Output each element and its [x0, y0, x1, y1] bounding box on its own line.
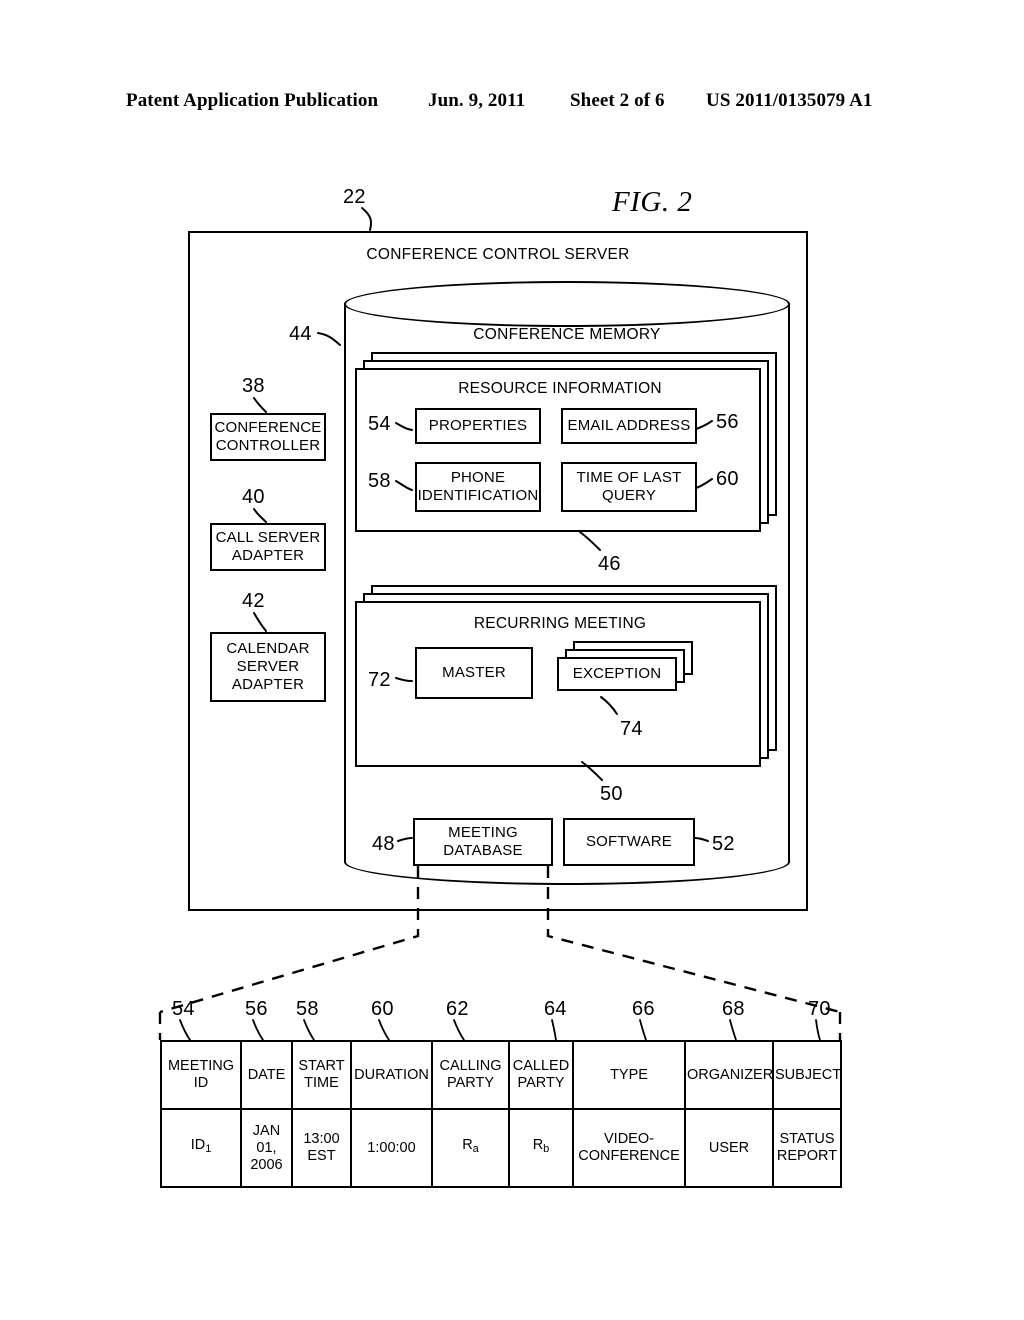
table-header-start-time: START TIME: [291, 1040, 352, 1110]
resource-information-box: RESOURCE INFORMATION PROPERTIES EMAIL AD…: [355, 368, 761, 532]
table-cell-meeting-id: ID1: [160, 1108, 242, 1188]
call-server-adapter-box: CALL SERVER ADAPTER: [210, 523, 326, 571]
table-header-calling-party: CALLING PARTY: [431, 1040, 510, 1110]
ref-numeral-col-60: 60: [371, 998, 394, 1020]
leader-col-58: [303, 1019, 315, 1041]
software-label: SOFTWARE: [585, 833, 673, 850]
leader-col-70: [815, 1019, 821, 1041]
ref-numeral-col-68: 68: [722, 998, 745, 1020]
ref-numeral-col-56: 56: [245, 998, 268, 1020]
conference-controller-box: CONFERENCE CONTROLLER: [210, 413, 326, 461]
meeting-id-value: ID: [190, 1137, 206, 1154]
ref-numeral-50: 50: [600, 783, 623, 805]
ref-numeral-col-62: 62: [446, 998, 469, 1020]
header-date-label: Jun. 9, 2011: [428, 90, 526, 111]
ref-numeral-48: 48: [372, 833, 395, 855]
ref-numeral-col-66: 66: [632, 998, 655, 1020]
phone-identification-box: PHONE IDENTIFICATION: [415, 462, 541, 512]
calendar-server-adapter-label: CALENDAR SERVER ADAPTER: [226, 640, 310, 693]
called-party-subscript: b: [543, 1143, 550, 1156]
ref-numeral-col-70: 70: [808, 998, 831, 1020]
table-cell-start-time: 13:00 EST: [291, 1108, 352, 1188]
ref-numeral-col-58: 58: [296, 998, 319, 1020]
table-cell-duration: 1:00:00: [350, 1108, 433, 1188]
ref-numeral-60: 60: [716, 468, 739, 490]
ref-numeral-22: 22: [343, 186, 366, 208]
meeting-database-table: MEETING ID DATE START TIME DURATION CALL…: [160, 1040, 842, 1188]
recurring-meeting-stack: RECURRING MEETING MASTER EXCEPTION: [355, 585, 779, 770]
leader-col-64: [551, 1019, 557, 1041]
page-header: Patent Application Publication Jun. 9, 2…: [0, 86, 1024, 116]
table-header-called-party: CALLED PARTY: [508, 1040, 574, 1110]
software-box: SOFTWARE: [563, 818, 695, 866]
leader-col-68: [729, 1019, 737, 1041]
conference-memory-label: CONFERENCE MEMORY: [473, 326, 661, 343]
resource-information-label: RESOURCE INFORMATION: [458, 380, 662, 397]
ref-numeral-52: 52: [712, 833, 735, 855]
table-header-row: MEETING ID DATE START TIME DURATION CALL…: [160, 1040, 842, 1110]
conference-controller-label: CONFERENCE CONTROLLER: [214, 419, 322, 454]
leader-col-62: [453, 1019, 465, 1041]
master-box: MASTER: [415, 647, 533, 699]
ref-numeral-38: 38: [242, 375, 265, 397]
table-cell-subject: STATUS REPORT: [772, 1108, 842, 1188]
table-header-subject: SUBJECT: [772, 1040, 842, 1110]
table-header-duration: DURATION: [350, 1040, 433, 1110]
recurring-meeting-label: RECURRING MEETING: [473, 615, 647, 632]
ref-numeral-42: 42: [242, 590, 265, 612]
header-publication-label: Patent Application Publication: [126, 90, 379, 111]
header-sheet-label: Sheet 2 of 6: [570, 90, 665, 111]
calling-party-subscript: a: [472, 1143, 479, 1156]
table-cell-type: VIDEO- CONFERENCE: [572, 1108, 686, 1188]
properties-box: PROPERTIES: [415, 408, 541, 444]
table-header-type: TYPE: [572, 1040, 686, 1110]
meeting-database-box: MEETING DATABASE: [413, 818, 553, 866]
table-cell-date: JAN 01, 2006: [240, 1108, 293, 1188]
figure-title: FIG. 2: [612, 186, 693, 218]
table-cell-called-party: Rb: [508, 1108, 574, 1188]
recurring-meeting-box: RECURRING MEETING MASTER EXCEPTION: [355, 601, 761, 767]
conference-control-server-label: CONFERENCE CONTROL SERVER: [366, 246, 630, 263]
exception-stack: EXCEPTION: [557, 641, 705, 705]
meeting-database-label: MEETING DATABASE: [443, 824, 523, 859]
calling-party-value: R: [462, 1137, 473, 1154]
leader-col-54: [179, 1019, 191, 1041]
ref-numeral-44: 44: [289, 323, 312, 345]
table-header-meeting-id: MEETING ID: [160, 1040, 242, 1110]
ref-numeral-74: 74: [620, 718, 643, 740]
table-header-organizer: ORGANIZER: [684, 1040, 774, 1110]
called-party-value: R: [532, 1137, 544, 1154]
calendar-server-adapter-box: CALENDAR SERVER ADAPTER: [210, 632, 326, 702]
phone-identification-label: PHONE IDENTIFICATION: [417, 469, 539, 504]
properties-label: PROPERTIES: [428, 417, 528, 434]
exception-box: EXCEPTION: [557, 657, 677, 691]
table-cell-organizer: USER: [684, 1108, 774, 1188]
header-document-number: US 2011/0135079 A1: [706, 90, 873, 111]
master-label: MASTER: [442, 664, 506, 681]
resource-information-stack: RESOURCE INFORMATION PROPERTIES EMAIL AD…: [355, 352, 779, 532]
table-header-date: DATE: [240, 1040, 293, 1110]
ref-numeral-54: 54: [368, 413, 391, 435]
table-row: ID1 JAN 01, 2006 13:00 EST 1:00:00 Ra Rb…: [160, 1108, 842, 1188]
email-address-box: EMAIL ADDRESS: [561, 408, 697, 444]
ref-numeral-40: 40: [242, 486, 265, 508]
ref-numeral-58: 58: [368, 470, 391, 492]
ref-numeral-col-64: 64: [544, 998, 567, 1020]
time-of-last-query-label: TIME OF LAST QUERY: [576, 469, 682, 504]
time-of-last-query-box: TIME OF LAST QUERY: [561, 462, 697, 512]
table-cell-calling-party: Ra: [431, 1108, 510, 1188]
ref-numeral-46: 46: [598, 553, 621, 575]
leader-col-60: [378, 1019, 390, 1041]
leader-col-66: [639, 1019, 647, 1041]
ref-numeral-72: 72: [368, 669, 391, 691]
leader-22: [361, 207, 372, 231]
meeting-id-subscript: 1: [205, 1143, 212, 1156]
ref-numeral-56: 56: [716, 411, 739, 433]
cylinder-top-ellipse: [344, 281, 790, 327]
email-address-label: EMAIL ADDRESS: [567, 417, 691, 434]
exception-label: EXCEPTION: [572, 665, 662, 682]
call-server-adapter-label: CALL SERVER ADAPTER: [215, 529, 321, 564]
ref-numeral-col-54: 54: [172, 998, 195, 1020]
leader-col-56: [252, 1019, 264, 1041]
